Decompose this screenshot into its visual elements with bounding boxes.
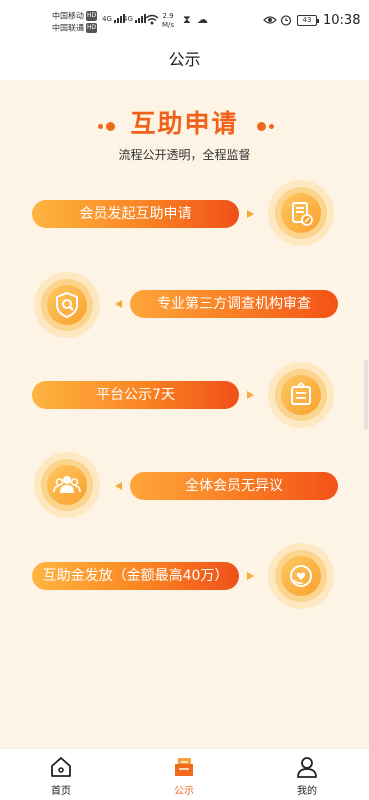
step-5-label: 互助金发放（金额最高40万） (42, 568, 229, 584)
step-1-label: 会员发起互助申请 (79, 206, 192, 222)
step-2-label: 专业第三方调查机构审查 (157, 296, 311, 312)
step-4-arrow-icon (115, 482, 122, 490)
step-2-arrow-icon (115, 300, 122, 308)
tab-profile-label: 我的 (297, 786, 317, 797)
profile-icon (297, 757, 317, 778)
section-subtitle: 流程公开透明，全程监督 (118, 148, 251, 162)
step-4-label: 全体会员无异议 (185, 478, 283, 494)
page-title: 公示 (168, 50, 201, 69)
notice-board-icon (268, 362, 334, 428)
signal-2-icon: 4G (123, 14, 147, 23)
document-edit-icon (268, 180, 334, 246)
battery-level: 43 (302, 16, 312, 24)
members-group-icon (34, 452, 100, 518)
home-icon (51, 757, 71, 777)
tab-notice[interactable]: 公示 (144, 749, 224, 800)
step-4-pill: 全体会员无异议 (130, 472, 338, 500)
process-content: 互助申请 流程公开透明，全程监督 会员发起互助申请 专业第三方调查机构审查 平台… (0, 80, 369, 748)
heart-hand-icon (268, 543, 334, 609)
carrier-2-name: 中国联通 (52, 23, 84, 33)
bottom-nav: 首页 公示 我的 (0, 748, 369, 800)
eye-icon (263, 16, 277, 24)
section-title: 互助申请 (130, 109, 239, 138)
status-bar: 中国移动 HD 中国联通 HD 4G 4G 2.9 M/s ⧗ ☁ 43 10:38 (0, 0, 369, 40)
step-1-pill: 会员发起互助申请 (32, 200, 239, 228)
step-5-pill: 互助金发放（金额最高40万） (32, 562, 239, 590)
network-type-2: 4G (123, 15, 133, 23)
header: 公示 (0, 40, 369, 80)
step-1-arrow-icon (247, 210, 254, 218)
step-3-pill: 平台公示7天 (32, 381, 239, 409)
carrier-1-name: 中国移动 (52, 11, 84, 21)
hd-badge-1: HD (86, 11, 98, 21)
carrier-1: 中国移动 HD (52, 11, 98, 22)
carrier-2: 中国联通 HD (52, 23, 98, 34)
shield-search-icon (34, 272, 100, 338)
speed-value: 2.9 (162, 12, 174, 20)
step-5-arrow-icon (247, 572, 254, 580)
hd-badge-2: HD (86, 23, 98, 33)
clock: 10:38 (323, 13, 361, 28)
tab-home[interactable]: 首页 (21, 749, 101, 800)
notice-icon (175, 758, 193, 776)
speed-unit: M/s (162, 21, 175, 29)
tab-profile[interactable]: 我的 (267, 749, 347, 800)
title-decoration-right (254, 116, 274, 135)
step-3-arrow-icon (247, 391, 254, 399)
network-type-1: 4G (102, 15, 112, 23)
alarm-icon (280, 15, 292, 26)
battery-icon: 43 (297, 15, 319, 26)
tab-notice-label: 公示 (174, 786, 194, 797)
cloud-icon: ☁ (197, 13, 208, 26)
network-speed: 2.9 M/s (162, 12, 174, 30)
step-3-label: 平台公示7天 (96, 387, 175, 403)
wifi-icon (145, 14, 159, 25)
tab-home-label: 首页 (51, 786, 71, 797)
hourglass-icon: ⧗ (183, 13, 191, 26)
step-2-pill: 专业第三方调查机构审查 (130, 290, 338, 318)
scroll-indicator[interactable] (364, 360, 368, 430)
